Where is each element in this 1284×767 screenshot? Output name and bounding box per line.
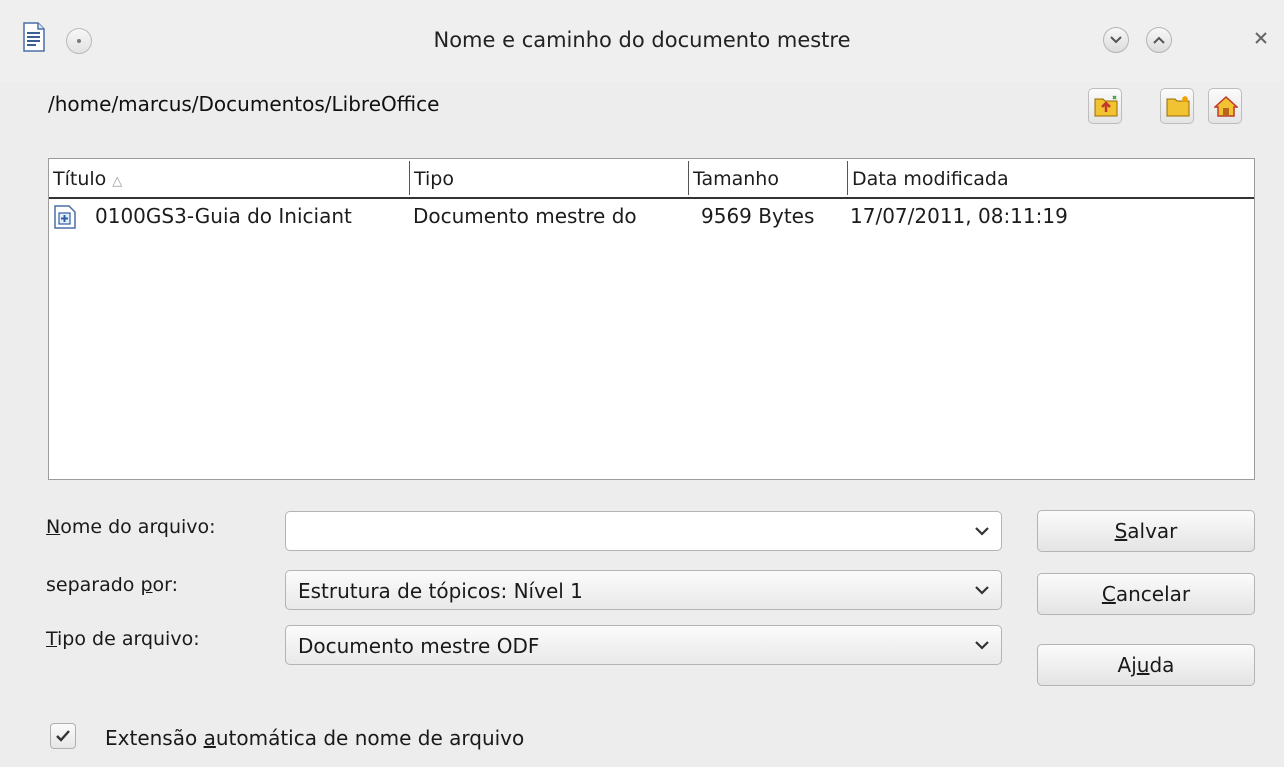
- column-header-type[interactable]: Tipo: [410, 159, 688, 197]
- separated-by-value: Estrutura de tópicos: Nível 1: [298, 579, 583, 603]
- file-type: Documento mestre do: [413, 204, 637, 228]
- current-path: /home/marcus/Documentos/LibreOffice: [48, 92, 440, 116]
- new-folder-button[interactable]: [1160, 88, 1194, 124]
- save-button[interactable]: Salvar: [1037, 510, 1255, 552]
- file-type-value: Documento mestre ODF: [298, 634, 540, 658]
- home-icon: [1214, 95, 1238, 117]
- separated-by-label: separado por:: [46, 574, 179, 596]
- checkmark-icon: [56, 730, 70, 742]
- title-bar: Nome e caminho do documento mestre: [0, 0, 1284, 82]
- chevron-down-icon: [975, 641, 989, 650]
- separated-by-select[interactable]: Estrutura de tópicos: Nível 1: [285, 570, 1002, 610]
- chevron-down-icon[interactable]: [971, 520, 993, 542]
- file-type-label: Tipo de arquivo:: [46, 628, 200, 650]
- maximize-button[interactable]: [1146, 27, 1172, 53]
- folder-up-icon: [1094, 95, 1118, 117]
- column-header-title[interactable]: Título △: [49, 159, 409, 197]
- file-list-header: Título △ Tipo Tamanho Data modificada: [49, 159, 1254, 199]
- auto-extension-checkbox[interactable]: [50, 723, 76, 749]
- close-icon: [1255, 32, 1267, 44]
- help-button[interactable]: Ajuda: [1037, 644, 1255, 686]
- window-title: Nome e caminho do documento mestre: [433, 28, 851, 52]
- filename-label: Nome do arquivo:: [46, 516, 216, 538]
- file-title: 0100GS3-Guia do Iniciant: [95, 204, 352, 228]
- file-list[interactable]: Título △ Tipo Tamanho Data modificada 010…: [48, 158, 1255, 480]
- auto-extension-label[interactable]: Extensão automática de nome de arquivo: [105, 726, 524, 750]
- chevron-down-icon: [975, 586, 989, 595]
- master-document-icon: [54, 205, 76, 229]
- parent-folder-button[interactable]: [1088, 88, 1122, 124]
- new-folder-icon: [1166, 96, 1190, 117]
- chevron-up-icon: [1153, 36, 1165, 44]
- file-row[interactable]: 0100GS3-Guia do Iniciant Documento mestr…: [49, 201, 1254, 231]
- sort-ascending-icon: △: [112, 174, 123, 189]
- close-button[interactable]: [1247, 24, 1275, 52]
- column-header-size[interactable]: Tamanho: [689, 159, 847, 197]
- column-header-modified[interactable]: Data modificada: [848, 159, 1248, 197]
- cancel-button[interactable]: Cancelar: [1037, 573, 1255, 615]
- minimize-button[interactable]: [1103, 27, 1129, 53]
- file-modified: 17/07/2011, 08:11:19: [850, 204, 1068, 228]
- chevron-down-icon: [1110, 36, 1122, 44]
- home-folder-button[interactable]: [1208, 88, 1242, 124]
- file-type-select[interactable]: Documento mestre ODF: [285, 625, 1002, 665]
- file-size: 9569 Bytes: [701, 204, 815, 228]
- filename-input[interactable]: [285, 511, 1002, 551]
